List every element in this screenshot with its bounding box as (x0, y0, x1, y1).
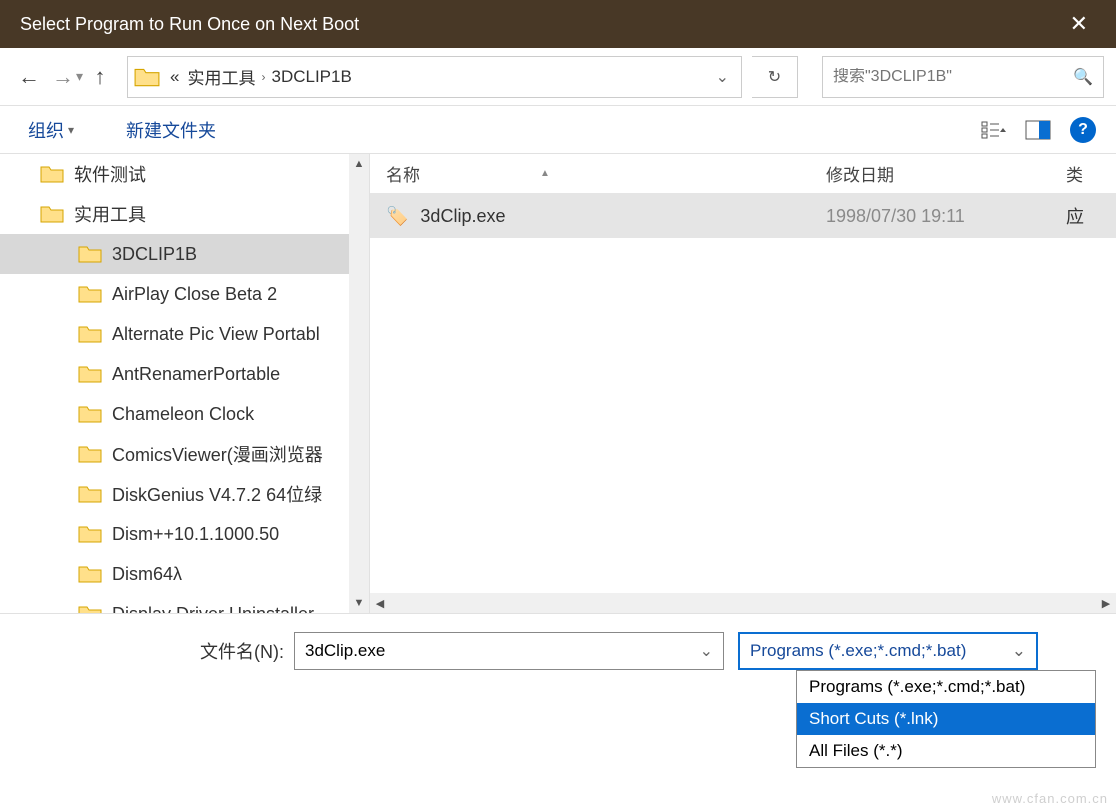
filetype-option[interactable]: Programs (*.exe;*.cmd;*.bat) (797, 671, 1095, 703)
organize-label: 组织 (28, 117, 64, 143)
nav-bar: ← → ▾ ↑ « 实用工具 › 3DCLIP1B ⌄ ↻ 🔍 (0, 48, 1116, 106)
back-button[interactable]: ← (12, 60, 46, 94)
folder-icon (78, 324, 102, 344)
filetype-dropdown-icon[interactable]: ⌄ (1012, 641, 1026, 661)
tree-item[interactable]: Dism64λ (0, 554, 369, 594)
filetype-option[interactable]: Short Cuts (*.lnk) (797, 703, 1095, 735)
folder-icon (134, 66, 160, 88)
tree-item-label: ComicsViewer(漫画浏览器 (112, 441, 323, 467)
address-bar[interactable]: « 实用工具 › 3DCLIP1B ⌄ (127, 56, 742, 98)
tree-item-label: Chameleon Clock (112, 404, 254, 425)
tree-item[interactable]: AntRenamerPortable (0, 354, 369, 394)
search-box[interactable]: 🔍 (822, 56, 1104, 98)
watermark: www.cfan.com.cn (992, 791, 1108, 806)
tree-item[interactable]: 实用工具 (0, 194, 369, 234)
tree-item-label: 3DCLIP1B (112, 244, 197, 265)
address-dropdown-icon[interactable]: ⌄ (710, 67, 735, 87)
tree-item-label: Dism64λ (112, 564, 182, 585)
tree-item[interactable]: Dism++10.1.1000.50 (0, 514, 369, 554)
column-date[interactable]: 修改日期 (810, 161, 1050, 186)
forward-button[interactable]: → (46, 60, 80, 94)
help-button[interactable]: ? (1070, 117, 1096, 143)
new-folder-button[interactable]: 新建文件夹 (118, 113, 224, 147)
file-icon: 🏷️ (386, 206, 408, 227)
refresh-button[interactable]: ↻ (752, 56, 798, 98)
sort-indicator-icon: ▲ (540, 168, 550, 179)
list-header: 名称 ▲ 修改日期 类 (370, 154, 1116, 194)
main-area: 软件测试实用工具 3DCLIP1B AirPlay Close Beta 2 Alte… (0, 154, 1116, 614)
scroll-up-icon[interactable]: ▲ (349, 154, 369, 174)
filetype-select[interactable]: Programs (*.exe;*.cmd;*.bat) ⌄ (738, 632, 1038, 670)
search-icon[interactable]: 🔍 (1073, 67, 1093, 87)
tree-scrollbar[interactable]: ▲ ▼ (349, 154, 369, 613)
toolbar: 组织 ▾ 新建文件夹 ? (0, 106, 1116, 154)
filetype-dropdown: Programs (*.exe;*.cmd;*.bat)Short Cuts (… (796, 670, 1096, 768)
tree-item[interactable]: 3DCLIP1B (0, 234, 369, 274)
folder-icon (78, 524, 102, 544)
tree-item-label: Alternate Pic View Portabl (112, 324, 320, 345)
title-bar: Select Program to Run Once on Next Boot … (0, 0, 1116, 48)
file-row: 文件名(N): ⌄ Programs (*.exe;*.cmd;*.bat) ⌄… (0, 614, 1116, 688)
filename-label: 文件名(N): (20, 638, 284, 664)
view-options-button[interactable] (976, 114, 1012, 146)
tree-item-label: 软件测试 (74, 161, 146, 187)
tree-item[interactable]: ComicsViewer(漫画浏览器 (0, 434, 369, 474)
tree-item-label: DiskGenius V4.7.2 64位绿 (112, 481, 322, 507)
folder-icon (78, 564, 102, 584)
file-date: 1998/07/30 19:11 (826, 206, 965, 227)
file-type: 应 (1066, 203, 1084, 229)
filename-field[interactable]: ⌄ (294, 632, 724, 670)
filename-dropdown-icon[interactable]: ⌄ (700, 641, 713, 661)
folder-icon (78, 444, 102, 464)
close-icon[interactable]: ✕ (1062, 11, 1096, 37)
breadcrumb-prefix: « (166, 67, 183, 87)
folder-icon (78, 244, 102, 264)
scroll-down-icon[interactable]: ▼ (349, 593, 369, 613)
folder-icon (40, 204, 64, 224)
filetype-option[interactable]: All Files (*.*) (797, 735, 1095, 767)
history-dropdown-icon[interactable]: ▾ (76, 68, 83, 85)
tree-item-label: Dism++10.1.1000.50 (112, 524, 279, 545)
file-name: 3dClip.exe (420, 206, 505, 227)
column-type[interactable]: 类 (1050, 161, 1116, 186)
tree-item[interactable]: Alternate Pic View Portabl (0, 314, 369, 354)
filetype-selected: Programs (*.exe;*.cmd;*.bat) (750, 641, 966, 661)
breadcrumb-item[interactable]: 实用工具 (184, 64, 260, 89)
tree-item-label: 实用工具 (74, 201, 146, 227)
folder-icon (40, 164, 64, 184)
folder-icon (78, 404, 102, 424)
preview-pane-button[interactable] (1020, 114, 1056, 146)
folder-icon (78, 484, 102, 504)
file-list: 名称 ▲ 修改日期 类 🏷️ 3dClip.exe 1998/07/30 19:11… (370, 154, 1116, 613)
new-folder-label: 新建文件夹 (126, 117, 216, 143)
scroll-right-icon[interactable]: ▶ (1096, 597, 1116, 610)
tree-item[interactable]: AirPlay Close Beta 2 (0, 274, 369, 314)
tree-item[interactable]: DiskGenius V4.7.2 64位绿 (0, 474, 369, 514)
tree-item-label: Display Driver Uninstaller (112, 604, 314, 614)
filename-input[interactable] (305, 641, 700, 661)
window-title: Select Program to Run Once on Next Boot (20, 14, 359, 35)
file-row-item[interactable]: 🏷️ 3dClip.exe 1998/07/30 19:11 应 (370, 194, 1116, 238)
folder-icon (78, 604, 102, 613)
tree-item[interactable]: Chameleon Clock (0, 394, 369, 434)
folder-tree: 软件测试实用工具 3DCLIP1B AirPlay Close Beta 2 Alte… (0, 154, 370, 613)
caret-down-icon: ▾ (68, 123, 74, 137)
tree-item[interactable]: 软件测试 (0, 154, 369, 194)
breadcrumb-item[interactable]: 3DCLIP1B (268, 67, 356, 87)
folder-icon (78, 364, 102, 384)
tree-item[interactable]: Display Driver Uninstaller (0, 594, 369, 613)
up-button[interactable]: ↑ (83, 60, 117, 94)
scroll-left-icon[interactable]: ◀ (370, 597, 390, 610)
tree-item-label: AirPlay Close Beta 2 (112, 284, 277, 305)
search-input[interactable] (833, 68, 1073, 86)
column-name[interactable]: 名称 ▲ (370, 161, 810, 186)
chevron-right-icon: › (260, 70, 268, 84)
folder-icon (78, 284, 102, 304)
tree-item-label: AntRenamerPortable (112, 364, 280, 385)
organize-button[interactable]: 组织 ▾ (20, 113, 82, 147)
list-h-scrollbar[interactable]: ◀ ▶ (370, 593, 1116, 613)
